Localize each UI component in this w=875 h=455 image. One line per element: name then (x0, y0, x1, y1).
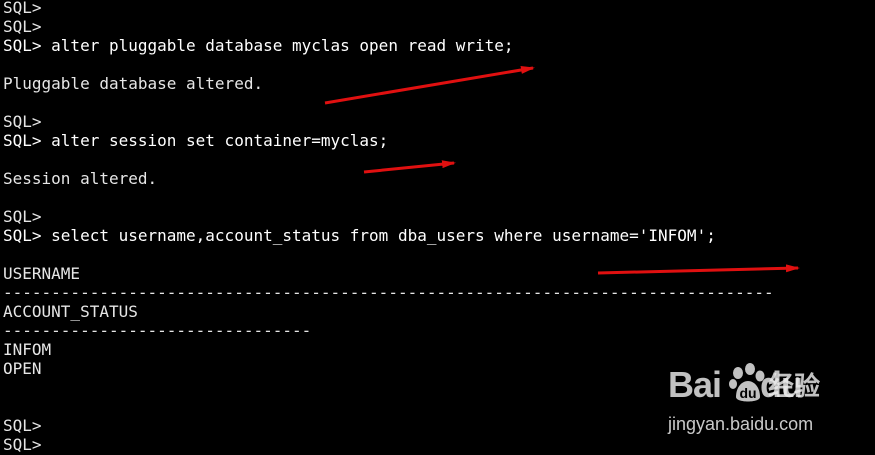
terminal-line: SQL> (3, 416, 42, 435)
terminal-output[interactable]: SQL> SQL> SQL> alter pluggable database my… (3, 0, 774, 454)
column-separator: -------------------------------- (3, 321, 312, 340)
terminal-prompt-current: SQL> (3, 435, 42, 454)
command-line-select-users: SQL> select username,account_status from… (3, 226, 716, 245)
output-pluggable-altered: Pluggable database altered. (3, 74, 264, 93)
terminal-line: SQL> (3, 207, 42, 226)
column-header-account-status: ACCOUNT_STATUS (3, 302, 138, 321)
column-header-username: USERNAME (3, 264, 81, 283)
paw-icon: du (729, 363, 765, 402)
command-line-alter-session: SQL> alter session set container=myclas; (3, 131, 389, 150)
jingyan-url: jingyan.baidu.com (668, 414, 814, 434)
result-account-status-value: OPEN (3, 359, 42, 378)
jingyan-label: 经验 (768, 372, 821, 402)
svg-text:du: du (739, 385, 756, 401)
output-session-altered: Session altered. (3, 169, 158, 188)
terminal-line: SQL> (3, 112, 42, 131)
terminal-line: SQL> (3, 17, 42, 36)
command-line-alter-pluggable: SQL> alter pluggable database myclas ope… (3, 36, 514, 55)
terminal-line: SQL> (3, 0, 42, 17)
baidu-jingyan-watermark: Bai du du 经验 jingyan.baidu.com (668, 363, 868, 440)
result-username-value: INFOM (3, 340, 52, 359)
column-separator: ----------------------------------------… (3, 283, 774, 302)
terminal-window[interactable]: SQL> SQL> SQL> alter pluggable database my… (0, 0, 875, 455)
